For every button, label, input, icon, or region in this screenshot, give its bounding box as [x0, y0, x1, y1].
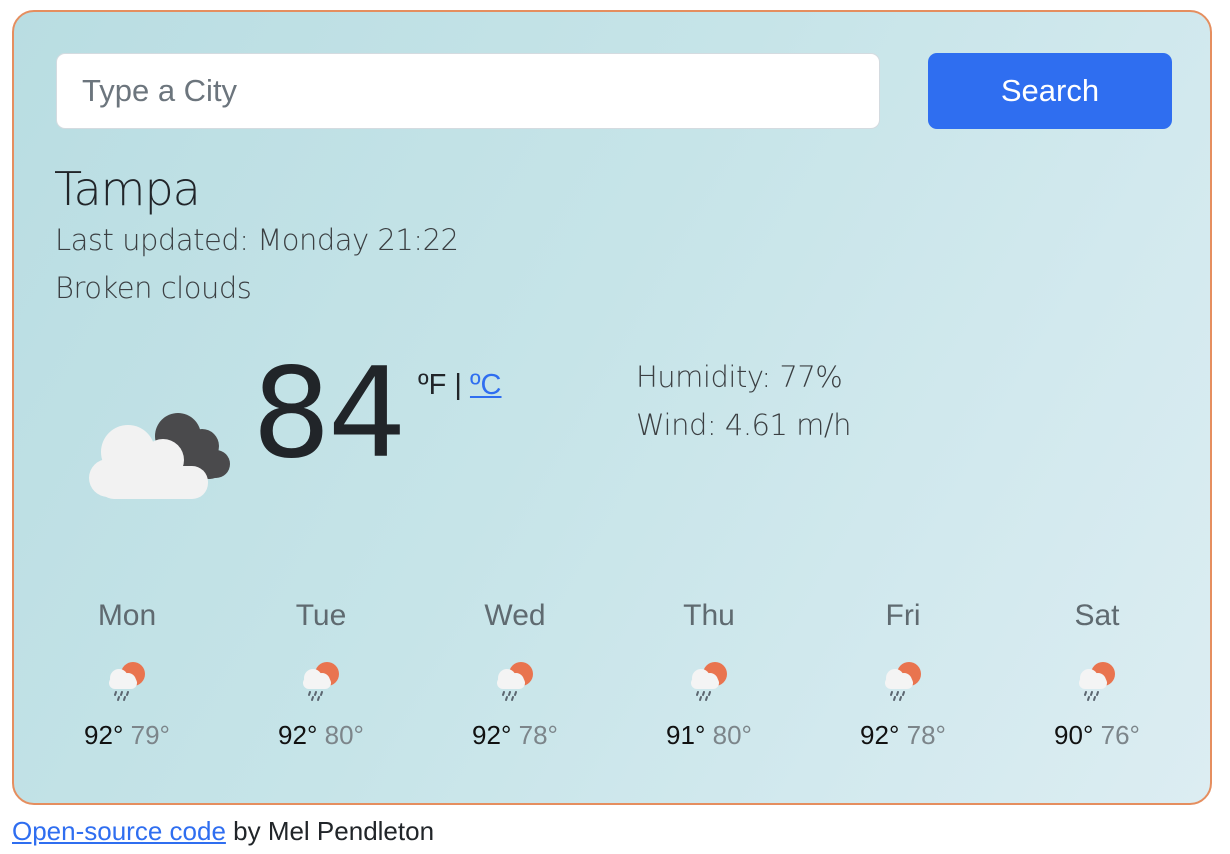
- forecast-min: 80°: [324, 720, 364, 750]
- forecast-day-name: Wed: [484, 599, 546, 632]
- forecast-day-name: Tue: [295, 599, 347, 632]
- forecast-day-name: Sat: [1074, 599, 1120, 632]
- forecast-min: 78°: [906, 720, 946, 750]
- forecast-day: Tue 92° 80°: [224, 596, 418, 751]
- forecast-day-name: Fri: [885, 599, 921, 632]
- celsius-link[interactable]: ºC: [470, 369, 502, 401]
- rain-sun-icon: [690, 661, 728, 701]
- city-search-input[interactable]: [56, 53, 880, 129]
- footer: Open-source code by Mel Pendleton: [12, 816, 434, 847]
- forecast-max: 92°: [860, 720, 900, 750]
- last-updated: Last updated: Monday 21:22: [55, 223, 459, 257]
- rain-sun-icon: [302, 661, 340, 701]
- forecast-max: 91°: [666, 720, 706, 750]
- forecast-temps: 92° 78°: [806, 720, 1000, 751]
- forecast-temps: 90° 76°: [1000, 720, 1194, 751]
- wind: Wind: 4.61 m/h: [636, 408, 852, 442]
- forecast-day: Wed 92° 78°: [418, 596, 612, 751]
- forecast-max: 90°: [1054, 720, 1094, 750]
- forecast-min: 79°: [130, 720, 170, 750]
- weather-card: Search Tampa Last updated: Monday 21:22 …: [12, 10, 1212, 805]
- temperature-units: ºF | ºC: [418, 369, 502, 402]
- fahrenheit-unit: ºF: [418, 369, 447, 401]
- forecast: Mon 92° 79° Tue 92° 80° Wed 92° 78° Thu …: [30, 596, 1194, 751]
- forecast-max: 92°: [472, 720, 512, 750]
- weather-description: Broken clouds: [55, 271, 252, 305]
- footer-credit: by Mel Pendleton: [225, 816, 435, 846]
- search-button[interactable]: Search: [928, 53, 1172, 129]
- forecast-temps: 92° 78°: [418, 720, 612, 751]
- forecast-max: 92°: [84, 720, 124, 750]
- rain-sun-icon: [1078, 661, 1116, 701]
- forecast-min: 76°: [1100, 720, 1140, 750]
- open-source-code-link[interactable]: Open-source code: [12, 816, 226, 846]
- rain-sun-icon: [108, 661, 146, 701]
- forecast-min: 80°: [712, 720, 752, 750]
- forecast-day-name: Mon: [97, 599, 157, 632]
- unit-separator: |: [446, 369, 470, 401]
- forecast-temps: 92° 79°: [30, 720, 224, 751]
- forecast-day-name: Thu: [683, 599, 735, 632]
- forecast-temps: 92° 80°: [224, 720, 418, 751]
- forecast-day: Mon 92° 79°: [30, 596, 224, 751]
- forecast-day: Sat 90° 76°: [1000, 596, 1194, 751]
- rain-sun-icon: [496, 661, 534, 701]
- broken-clouds-icon: [89, 413, 230, 499]
- current-temperature: 84: [252, 342, 407, 486]
- city-name: Tampa: [54, 162, 201, 216]
- rain-sun-icon: [884, 661, 922, 701]
- forecast-day: Fri 92° 78°: [806, 596, 1000, 751]
- forecast-max: 92°: [278, 720, 318, 750]
- humidity: Humidity: 77%: [636, 360, 843, 394]
- forecast-min: 78°: [518, 720, 558, 750]
- forecast-temps: 91° 80°: [612, 720, 806, 751]
- forecast-day: Thu 91° 80°: [612, 596, 806, 751]
